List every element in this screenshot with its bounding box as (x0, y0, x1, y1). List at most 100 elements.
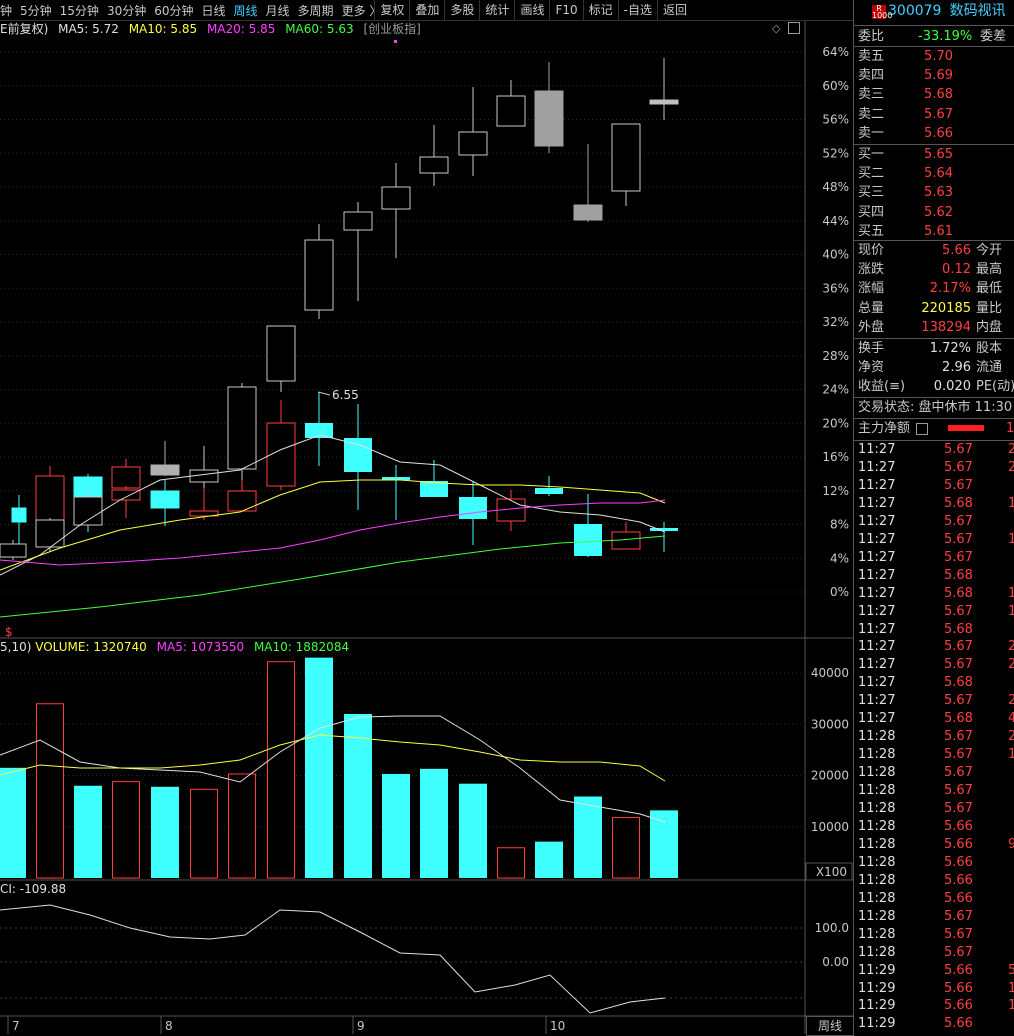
price-scale-label: 8% (830, 518, 849, 532)
tab-period-0[interactable]: 钟 (0, 2, 12, 19)
tick-row: 11:27 5.67 (858, 513, 973, 529)
stat-row-2-label: 涨幅 (858, 281, 885, 297)
stat2-row-1-value: 2.96 (942, 360, 971, 376)
stat2-row-0: 换手 1.72% 股本 (858, 339, 1013, 358)
volume-bar (612, 817, 640, 879)
kline-chart[interactable]: 64% 60% 56% 52% 48% 44% 40% 36% 32% 28% 24% 20% 16% 1… (0, 0, 853, 1034)
bid-row-1-value: 5.64 (924, 166, 953, 182)
stat-row-3-right: 量比 (976, 300, 1003, 316)
bid-row-0-label: 买一 (858, 147, 885, 162)
bid-row-0: 买一 5.65 (858, 145, 1013, 164)
cci-scale-label: 0.00 (822, 955, 849, 969)
weibi-value: -33.19% (918, 29, 973, 44)
candle-body (344, 438, 372, 472)
candle-body (150, 490, 180, 509)
tick-row: 11:295.6613 (858, 980, 1014, 996)
volume-ma5: MA5: 1073550 (156, 640, 245, 654)
tab-period-3[interactable]: 30分钟 (107, 2, 146, 19)
bid-row-2: 买三 5.63 (858, 183, 1013, 202)
trade-status-label: 交易状态: (858, 400, 915, 415)
marker-dot (394, 40, 397, 43)
toolbar-button-2[interactable]: 多股 (444, 0, 479, 20)
price-scale-label: 20% (822, 416, 849, 430)
stat-row-4-value: 138294 (921, 319, 971, 335)
stat-row-0-value: 5.66 (942, 243, 971, 258)
candle-body (496, 95, 526, 127)
toolbar-button-1[interactable]: 叠加 (409, 0, 444, 20)
tick-row: 11:28 5.66 (858, 818, 973, 834)
main-net-detail-icon[interactable] (916, 422, 929, 435)
candle-body (611, 123, 641, 192)
stat-row-0-label: 现价 (858, 243, 885, 258)
toolbar-button-4[interactable]: 画线 (514, 0, 549, 20)
candle-body (11, 507, 27, 523)
quote-panel: R 1000 300079 数码视讯 委比 -33.19% 委差 卖五 5.70 卖四… (853, 0, 1014, 1034)
candle-body (73, 496, 103, 526)
toolbar-button-0[interactable]: 复权 (374, 0, 409, 20)
tab-period-6[interactable]: 周线 (234, 2, 258, 19)
volume-param[interactable]: 5,10) (0, 640, 31, 654)
tick-row: 11:27 5.68 1 (858, 585, 1014, 601)
stat2-row-2-right: PE(动) (976, 379, 1014, 395)
volume-bar (382, 773, 410, 878)
weibi-label: 委比 (858, 29, 885, 44)
bid-row-4-value: 5.61 (924, 223, 953, 239)
tick-row: 11:27 5.67 1 (858, 603, 1014, 619)
candle-body (111, 489, 141, 501)
candle-body (150, 464, 180, 476)
tab-period-7[interactable]: 月线 (266, 2, 290, 19)
tick-row: 11:27 5.67 2 (858, 693, 1014, 709)
tab-period-5[interactable]: 日线 (202, 2, 226, 19)
ma5-label: MA5: 5.72 (58, 22, 119, 36)
candle-body (573, 204, 603, 221)
volume-scale-label: 40000 (811, 666, 849, 680)
price-scale-label: 4% (830, 551, 849, 565)
volume-bar (228, 773, 256, 879)
volume-bar (420, 768, 448, 878)
tick-row: 11:28 5.67 2 (858, 729, 1014, 745)
tab-period-2[interactable]: 15分钟 (60, 2, 99, 19)
volume-bar (267, 661, 295, 879)
index-label[interactable]: [创业板指] (363, 22, 420, 36)
tick-row: 11:28 5.67 (858, 801, 973, 816)
period-bottom-tab[interactable]: 周线 (806, 1016, 854, 1036)
tab-period-1[interactable]: 5分钟 (20, 2, 52, 19)
candle-body (459, 497, 487, 519)
tab-period-4[interactable]: 60分钟 (154, 2, 193, 19)
trade-status-value: 盘中休市 11:30 (918, 400, 1013, 415)
stat-row-3-value: 220185 (921, 300, 971, 316)
tick-row: 11:27 5.67 2 (858, 442, 1014, 457)
ask-row-2: 卖三 5.68 (858, 85, 1013, 104)
main-net-row: 主力净额 1 (858, 419, 1014, 438)
stat-row-3: 总量 220185 量比 (858, 299, 1013, 318)
toolbar-button-7[interactable]: -自选 (617, 0, 657, 20)
diamond-icon[interactable]: ◇ (772, 22, 780, 35)
volume-unit-label: X100 (816, 865, 847, 879)
stat2-row-1-right: 流通 (976, 360, 1003, 376)
ma20-label: MA20: 5.85 (206, 22, 276, 36)
volume-bar (36, 703, 64, 879)
stock-header: R 1000 300079 数码视讯 (858, 2, 1006, 21)
price-scale-label: 48% (822, 180, 849, 194)
toolbar-button-6[interactable]: 标记 (582, 0, 618, 20)
tab-period-8[interactable]: 多周期 (298, 2, 334, 19)
tick-row: 11:27 5.67 2 (858, 657, 1014, 673)
x-axis-label: 7 (12, 1019, 20, 1033)
x-axis-label: 9 (357, 1019, 365, 1033)
adjust-label[interactable]: E前复权) (0, 22, 48, 36)
window-toggle-icon[interactable] (788, 22, 800, 34)
stock-name: 数码视讯 (949, 3, 1006, 19)
stat2-row-0-right: 股本 (976, 341, 1003, 356)
volume-bar (497, 847, 525, 879)
toolbar-button-5[interactable]: F10 (549, 0, 582, 20)
tick-row: 11:29 5.66 5 (858, 962, 1014, 978)
tick-row: 11:28 5.67 (858, 908, 973, 924)
ask-row-0: 卖五 5.70 (858, 47, 1013, 66)
candle-body (649, 99, 679, 105)
toolbar-button-8[interactable]: 返回 (656, 0, 692, 20)
bid-row-1-label: 买二 (858, 166, 885, 182)
stat2-row-2-value: 0.020 (933, 379, 971, 395)
cci-value[interactable]: CI: -109.88 (0, 882, 66, 896)
toolbar-button-3[interactable]: 统计 (479, 0, 514, 20)
price-scale-label: 24% (822, 383, 849, 397)
